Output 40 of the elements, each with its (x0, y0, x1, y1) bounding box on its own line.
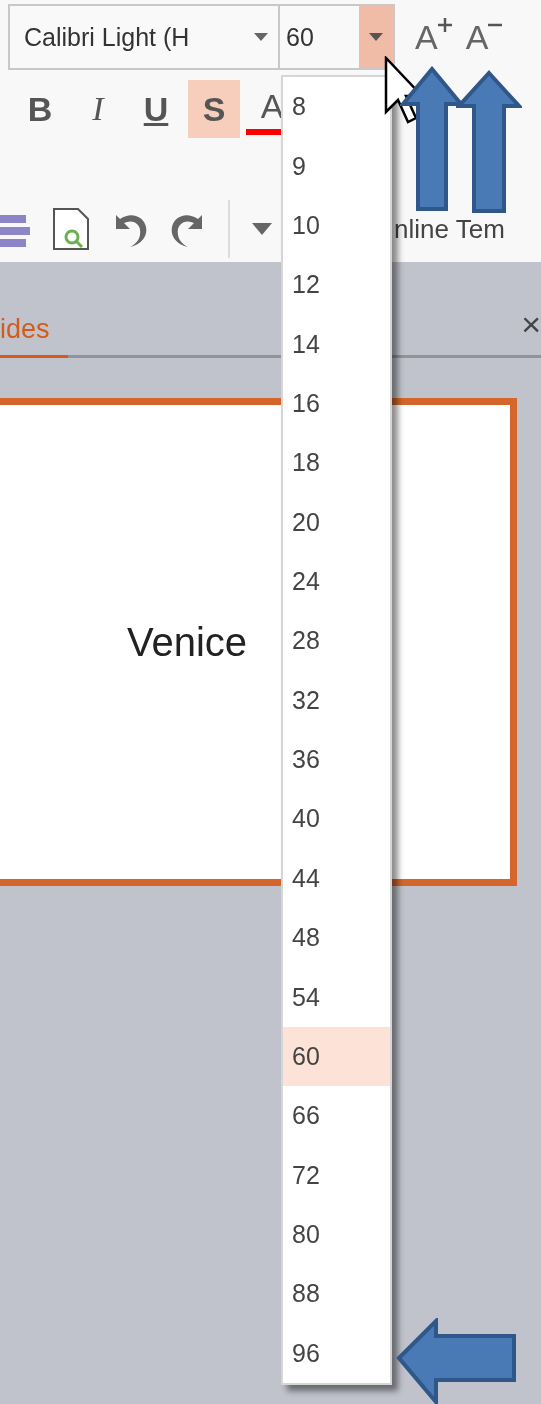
menu-item[interactable]: 40 (283, 789, 390, 849)
menu-item[interactable]: 12 (283, 255, 390, 315)
shrink-font-button[interactable]: A (465, 17, 503, 57)
caret-icon[interactable] (254, 33, 268, 41)
close-button[interactable]: × (521, 307, 541, 355)
menu-item[interactable]: 20 (283, 492, 390, 552)
dropdown-button[interactable] (359, 6, 393, 68)
menu-item[interactable]: 72 (283, 1145, 390, 1205)
menu-item[interactable]: 96 (283, 1323, 390, 1383)
font-size-field[interactable]: 60 (278, 4, 395, 70)
menu-item[interactable]: 36 (283, 729, 390, 790)
menu-item[interactable]: 16 (283, 373, 390, 434)
underline-button[interactable]: U (130, 80, 182, 138)
caret-icon (369, 33, 383, 41)
slide-title: Venice (127, 619, 248, 665)
menu-item[interactable]: 28 (283, 611, 390, 671)
online-templates-label[interactable]: nline Tem (394, 213, 505, 245)
caret-icon[interactable] (252, 223, 272, 235)
menu-item[interactable]: 60 (283, 1026, 390, 1087)
up-arrow-icon (400, 66, 464, 212)
menu-item[interactable]: 10 (283, 195, 390, 256)
menu-item[interactable]: 88 (283, 1264, 390, 1324)
menu-item[interactable]: 24 (283, 551, 390, 612)
menu-item[interactable]: 18 (283, 433, 390, 493)
menu-item[interactable]: 48 (283, 908, 390, 968)
font-name-field[interactable]: Calibri Light (H (8, 4, 278, 70)
menu-item[interactable]: 66 (283, 1086, 390, 1146)
plus-icon (437, 17, 452, 32)
italic-button[interactable]: I (72, 80, 124, 138)
up-arrow-icon (456, 70, 522, 214)
grow-font-button[interactable]: A (415, 17, 452, 57)
shadow-button[interactable]: S (188, 80, 240, 138)
menu-item[interactable]: 32 (283, 670, 390, 730)
menu-item[interactable]: 80 (283, 1204, 390, 1265)
menu-item[interactable]: 9 (283, 136, 390, 196)
menu-item[interactable]: 14 (283, 314, 390, 374)
menu-item[interactable]: 44 (283, 848, 390, 909)
print-preview-icon[interactable] (52, 207, 90, 251)
bold-button[interactable]: B (14, 80, 66, 138)
menu-item[interactable]: 54 (283, 967, 390, 1027)
